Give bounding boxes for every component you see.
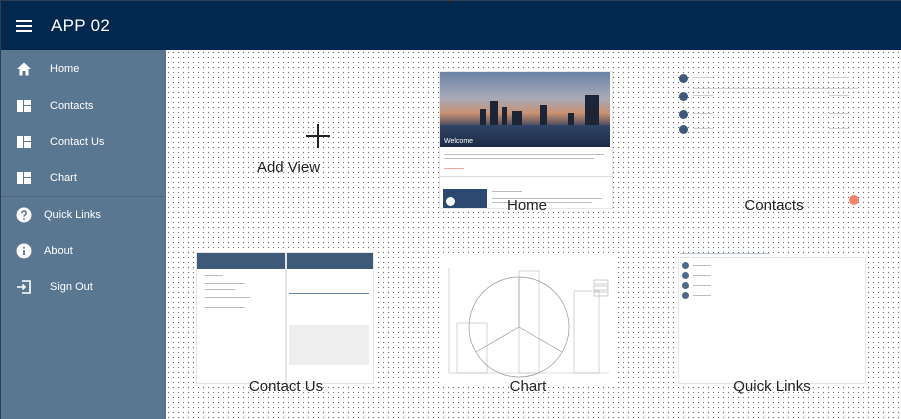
sidebar-item-label: Chart — [50, 172, 77, 184]
dashboard-icon — [17, 172, 31, 184]
app-header: APP 02 — [1, 1, 901, 50]
contact-us-view-tile[interactable]: Contact Us — [196, 252, 376, 395]
contact-form-preview — [287, 253, 373, 383]
tile-label: Home — [506, 197, 547, 214]
quick-links-view-tile[interactable]: Quick Links — [677, 250, 867, 395]
contact-us-preview — [197, 253, 285, 383]
quick-links-preview — [679, 258, 865, 383]
sidebar-item-label: Quick Links — [44, 209, 101, 221]
sidebar-item-label: Contacts — [50, 100, 94, 112]
sidebar-item-label: About — [44, 245, 73, 257]
tile-label: Chart — [509, 378, 547, 395]
hamburger-menu-icon[interactable] — [16, 19, 32, 32]
contact-avatar — [679, 110, 688, 119]
home-view-tile[interactable]: Welcome Home — [438, 70, 616, 214]
sidebar-item-contact-us[interactable]: Contact Us — [1, 124, 166, 160]
city-banner-image — [440, 72, 610, 147]
contact-avatar — [679, 92, 688, 101]
sidebar: Home Contacts Contact Us Chart Quick Lin… — [1, 50, 166, 419]
banner-text: Welcome — [444, 138, 474, 145]
sidebar-item-label: Sign Out — [50, 281, 93, 293]
tile-label: Add View — [256, 159, 321, 176]
sidebar-item-chart[interactable]: Chart — [1, 160, 166, 196]
sidebar-item-about[interactable]: About — [1, 233, 166, 269]
contact-avatar — [679, 125, 688, 134]
layout-canvas: Add View Welcome Home Contacts Contact U… — [166, 50, 901, 419]
plus-icon[interactable] — [306, 124, 330, 148]
sidebar-item-sign-out[interactable]: Sign Out — [1, 269, 166, 305]
sidebar-item-label: Contact Us — [50, 136, 105, 148]
tile-label: Quick Links — [733, 378, 811, 395]
app-window: APP 02 Home Contacts Contact Us Chart Qu… — [0, 0, 901, 419]
contacts-view-tile[interactable]: Contacts — [679, 70, 869, 220]
help-icon — [16, 207, 32, 223]
home-icon — [17, 62, 31, 76]
chart-preview — [439, 253, 617, 385]
sidebar-item-home[interactable]: Home — [1, 50, 166, 88]
sign-out-icon — [17, 280, 31, 294]
dashboard-icon — [17, 136, 31, 148]
home-preview: Welcome — [440, 72, 612, 208]
chart-view-tile[interactable]: Chart — [438, 252, 618, 395]
contact-avatar — [679, 74, 688, 83]
tile-label: Contacts — [744, 197, 804, 214]
tile-label: Contact Us — [248, 378, 324, 395]
sidebar-item-label: Home — [50, 63, 80, 75]
add-view-tile[interactable]: Add View — [196, 60, 381, 235]
app-title: APP 02 — [51, 15, 111, 35]
info-icon — [16, 243, 32, 259]
dashboard-icon — [17, 100, 31, 112]
sidebar-item-contacts[interactable]: Contacts — [1, 88, 166, 124]
sidebar-item-quick-links[interactable]: Quick Links — [1, 197, 166, 233]
resize-handle-top[interactable] — [448, 1, 451, 4]
